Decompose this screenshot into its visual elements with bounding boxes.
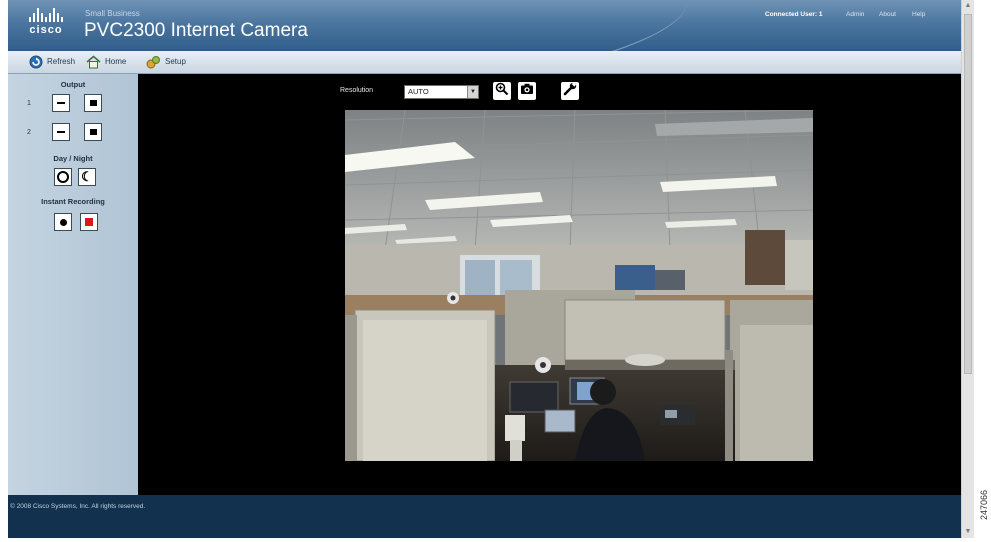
resolution-value: AUTO bbox=[408, 87, 429, 96]
camera-video-feed bbox=[345, 110, 813, 461]
output-1-off-button[interactable] bbox=[52, 94, 70, 112]
refresh-label: Refresh bbox=[47, 57, 76, 66]
wrench-icon bbox=[563, 81, 578, 101]
page-title: PVC2300 Internet Camera bbox=[84, 20, 308, 41]
header-bar: cisco Small Business PVC2300 Internet Ca… bbox=[8, 0, 961, 51]
stop-icon bbox=[85, 218, 93, 226]
control-panel: Output 1 2 Day / Night ☾ Instant Recordi… bbox=[8, 74, 138, 495]
day-night-label: Day / Night bbox=[53, 154, 93, 163]
zoom-button[interactable] bbox=[493, 82, 511, 100]
record-dot-icon bbox=[59, 218, 67, 226]
figure-id-text: 247066 bbox=[979, 489, 989, 521]
footer: © 2008 Cisco Systems, Inc. All rights re… bbox=[8, 495, 961, 538]
snapshot-button[interactable] bbox=[518, 82, 536, 100]
refresh-icon bbox=[28, 54, 43, 69]
dropdown-arrow-icon: ▼ bbox=[467, 86, 478, 98]
settings-button[interactable] bbox=[561, 82, 579, 100]
copyright-text: © 2008 Cisco Systems, Inc. All rights re… bbox=[10, 503, 146, 510]
home-label: Home bbox=[105, 57, 127, 66]
sun-icon bbox=[57, 171, 69, 183]
resolution-label: Resolution bbox=[340, 87, 374, 94]
output-row-1-number: 1 bbox=[27, 100, 31, 107]
camera-icon bbox=[520, 82, 534, 100]
moon-icon: ☾ bbox=[81, 169, 93, 184]
toolbar: Refresh Home Setup bbox=[8, 51, 961, 74]
app-window: cisco Small Business PVC2300 Internet Ca… bbox=[8, 0, 961, 538]
refresh-button[interactable]: Refresh bbox=[28, 54, 75, 69]
record-stop-button[interactable] bbox=[80, 213, 98, 231]
logo-text: cisco bbox=[29, 24, 63, 36]
square-icon bbox=[89, 100, 97, 106]
instant-recording-label: Instant Recording bbox=[41, 197, 105, 206]
output-1-on-button[interactable] bbox=[84, 94, 102, 112]
scrollbar-thumb[interactable] bbox=[964, 14, 972, 374]
cisco-logo: cisco bbox=[18, 8, 74, 42]
resolution-select[interactable]: AUTO ▼ bbox=[404, 85, 479, 99]
scroll-up-arrow-icon[interactable]: ▲ bbox=[962, 0, 974, 12]
connected-users: Connected User: 1 bbox=[765, 11, 823, 18]
vertical-scrollbar[interactable]: ▲ ▼ bbox=[961, 0, 974, 538]
output-2-off-button[interactable] bbox=[52, 123, 70, 141]
figure-id-label: 247066 bbox=[977, 470, 991, 540]
zoom-in-icon bbox=[495, 82, 509, 101]
office-scene-image bbox=[345, 110, 813, 461]
scroll-down-arrow-icon[interactable]: ▼ bbox=[962, 526, 974, 538]
home-button[interactable]: Home bbox=[86, 54, 126, 69]
output-2-on-button[interactable] bbox=[84, 123, 102, 141]
about-link[interactable]: About bbox=[879, 11, 896, 18]
home-icon bbox=[86, 54, 101, 69]
logo-bars-icon bbox=[18, 8, 74, 22]
minus-icon bbox=[57, 102, 65, 104]
output-row-2-number: 2 bbox=[27, 129, 31, 136]
admin-link[interactable]: Admin bbox=[846, 11, 864, 18]
minus-icon bbox=[57, 131, 65, 133]
night-mode-button[interactable]: ☾ bbox=[78, 168, 96, 186]
video-area: Resolution AUTO ▼ bbox=[138, 74, 961, 495]
output-label: Output bbox=[60, 80, 86, 89]
setup-label: Setup bbox=[165, 57, 186, 66]
record-start-button[interactable] bbox=[54, 213, 72, 231]
setup-button[interactable]: Setup bbox=[146, 54, 186, 69]
day-mode-button[interactable] bbox=[54, 168, 72, 186]
square-icon bbox=[89, 129, 97, 135]
setup-icon bbox=[146, 54, 161, 69]
help-link[interactable]: Help bbox=[912, 11, 925, 18]
header-subtitle: Small Business bbox=[85, 9, 140, 18]
